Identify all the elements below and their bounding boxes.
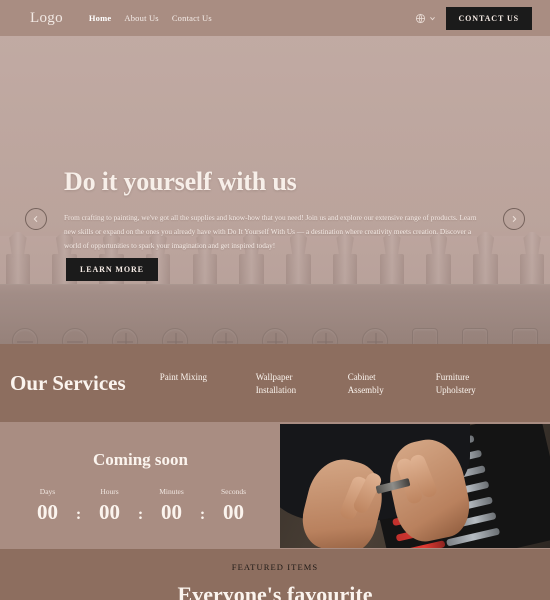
featured-title: Everyone's favourite [177,582,373,600]
site-header: Logo Home About Us Contact Us CONTACT US [0,0,550,36]
coming-soon-section: Coming soon Days Hours Minutes Seconds 0… [0,422,550,549]
chevron-down-icon [429,15,436,22]
chevron-left-icon [32,210,40,228]
service-item-paint-mixing[interactable]: Paint Mixing [160,371,256,384]
chevron-right-icon [510,210,518,228]
coming-soon-title: Coming soon [93,450,188,469]
services-title: Our Services [10,370,126,395]
site-logo[interactable]: Logo [30,10,63,27]
countdown-values: 00 : 00 : 00 : 00 [23,500,258,525]
contact-us-button[interactable]: CONTACT US [445,6,532,30]
nav-item-home[interactable]: Home [89,13,112,23]
hero-carousel: Do it yourself with us From crafting to … [0,36,550,344]
hero-content: Do it yourself with us From crafting to … [0,36,550,344]
language-selector[interactable] [415,13,436,24]
carousel-next-button[interactable] [503,208,525,230]
globe-icon [415,13,426,24]
header-actions: CONTACT US [415,6,532,30]
countdown-label-spacer [134,487,147,496]
countdown-separator: : [199,506,206,523]
nav-item-about-us[interactable]: About Us [124,13,158,23]
page-root: Logo Home About Us Contact Us CONTACT US [0,0,550,600]
countdown-separator: : [75,506,82,523]
nav-item-contact-us[interactable]: Contact Us [172,13,212,23]
service-item-furniture-upholstery[interactable]: Furniture Upholstery [436,371,524,397]
carousel-prev-button[interactable] [25,208,47,230]
countdown-block: Coming soon Days Hours Minutes Seconds 0… [0,422,281,549]
service-item-cabinet-assembly[interactable]: Cabinet Assembly [348,371,436,397]
countdown-value-days: 00 [37,500,58,524]
toolset-photo [280,424,550,548]
countdown-separator: : [137,506,144,523]
main-nav: Home About Us Contact Us [89,13,212,23]
countdown-label-days: Days [39,487,56,496]
countdown-label-spacer [72,487,85,496]
featured-eyebrow: FEATURED ITEMS [231,562,319,572]
services-section: Our Services Paint Mixing Wallpaper Insta… [0,344,550,422]
countdown-label-hours: Hours [100,487,119,496]
countdown-label-seconds: Seconds [221,487,246,496]
learn-more-button[interactable]: LEARN MORE [66,258,158,281]
service-item-wallpaper-installation[interactable]: Wallpaper Installation [256,371,348,397]
countdown-value-hours: 00 [99,500,120,524]
countdown-labels: Days Hours Minutes Seconds [23,487,258,496]
countdown-value-seconds: 00 [223,500,244,524]
featured-items-section: FEATURED ITEMS Everyone's favourite [0,549,550,600]
countdown-label-spacer [196,487,209,496]
hero-title: Do it yourself with us [64,167,297,196]
countdown-value-minutes: 00 [161,500,182,524]
services-list: Paint Mixing Wallpaper Installation Cabin… [160,369,532,397]
countdown-label-minutes: Minutes [159,487,184,496]
hero-paragraph: From crafting to painting, we've got all… [64,213,477,250]
